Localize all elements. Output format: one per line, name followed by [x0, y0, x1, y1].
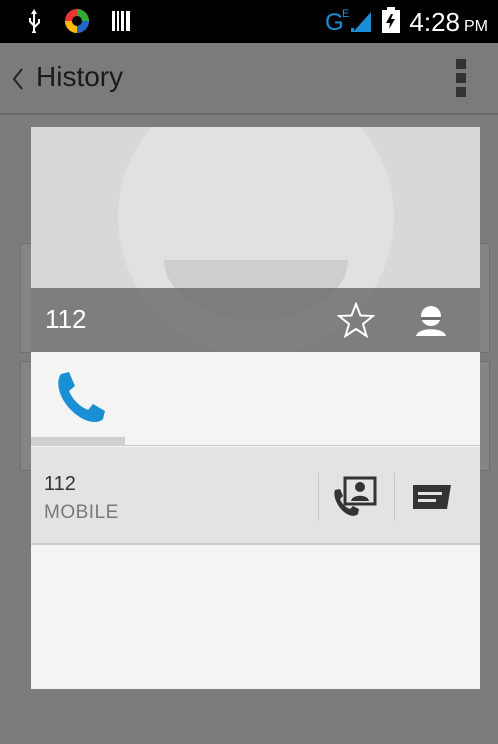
signal-icon: G E [325, 6, 373, 38]
contact-name-bar: 112 [31, 288, 480, 352]
status-bar-system: G E 4:28 PM [325, 6, 488, 38]
favorite-star-button[interactable] [335, 299, 377, 341]
call-contact-button[interactable] [331, 476, 379, 518]
quick-contact-dialog: 112 112 MOBILE [31, 127, 480, 689]
tab-phone[interactable] [31, 352, 125, 446]
status-bar: G E 4:28 PM [0, 0, 498, 43]
contact-card-call-icon [334, 476, 377, 516]
battery-icon [381, 7, 401, 37]
contact-name: 112 [45, 304, 87, 334]
divider [394, 473, 395, 521]
overflow-menu-icon[interactable] [456, 59, 466, 99]
barcode-icon [112, 11, 130, 35]
app-notification-icon [64, 8, 90, 38]
phone-entry-row[interactable]: 112 MOBILE [31, 447, 480, 545]
phone-number: 112 [44, 473, 76, 495]
status-bar-notifications [26, 8, 130, 38]
contact-tabs [31, 352, 480, 446]
usb-icon [26, 9, 42, 37]
clock-time: 4:28 [409, 6, 460, 37]
back-chevron-icon[interactable] [12, 67, 24, 95]
person-icon [416, 306, 446, 336]
app-bar: History [0, 43, 498, 115]
star-icon [337, 302, 375, 338]
phone-icon [49, 370, 105, 428]
svg-text:G: G [325, 9, 344, 34]
view-contact-button[interactable] [409, 298, 453, 342]
svg-text:E: E [342, 8, 349, 20]
divider [318, 473, 319, 521]
clock-ampm: PM [464, 17, 488, 35]
message-icon [413, 485, 451, 509]
phone-type: MOBILE [44, 502, 119, 523]
tab-selected-indicator [31, 437, 125, 446]
page-title[interactable]: History [36, 61, 123, 93]
send-message-button[interactable] [407, 479, 455, 515]
